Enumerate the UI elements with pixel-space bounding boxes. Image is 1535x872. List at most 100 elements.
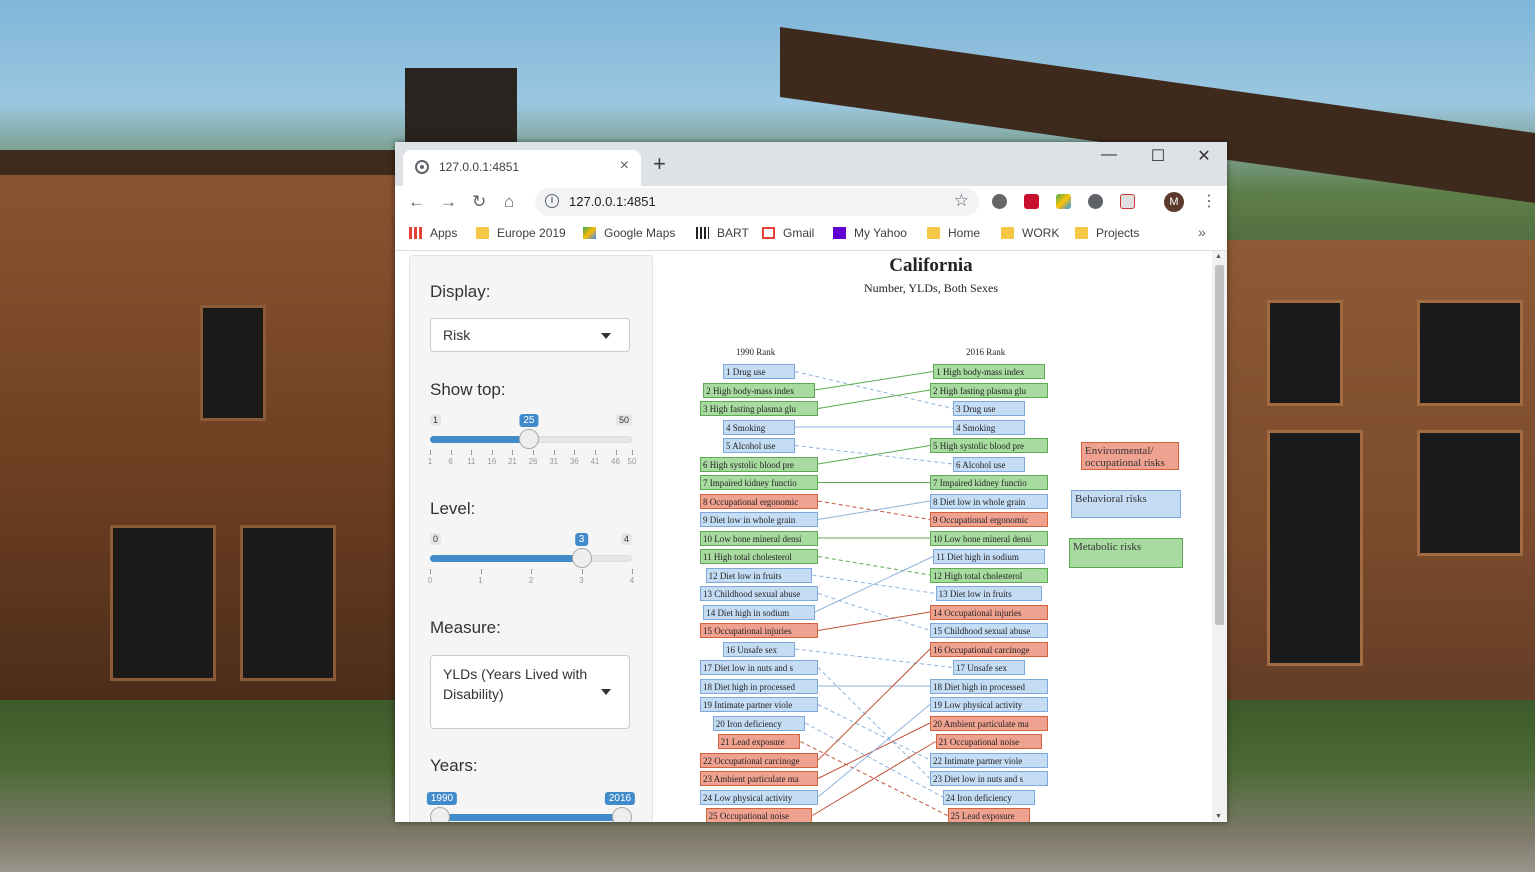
right-rank-box: 6 Alcohol use — [953, 456, 1025, 472]
back-arrow-icon[interactable]: ← — [408, 192, 425, 212]
left-rank-box: 9 Diet low in whole grain — [700, 512, 818, 527]
measure-select[interactable]: YLDs (Years Lived with Disability) — [430, 655, 630, 729]
right-rank-box: 15 Childhood sexual abuse — [930, 623, 1048, 638]
slider-fill — [430, 555, 582, 562]
pdf-extension-icon[interactable] — [1120, 194, 1135, 209]
bookmark-apps[interactable]: Apps — [409, 226, 457, 240]
background-window — [1417, 430, 1523, 556]
page-scrollbar[interactable]: ▲ ▼ — [1212, 251, 1227, 822]
left-rank-box: 7 Impaired kidney functio — [700, 475, 818, 490]
right-rank-box: 1 High body-mass index — [933, 364, 1045, 379]
slider-tick-label: 46 — [611, 457, 620, 466]
slider-tick-label: 50 — [627, 457, 637, 466]
extension-gray-icon[interactable] — [1088, 194, 1103, 209]
new-tab-button[interactable]: + — [653, 153, 666, 175]
slider-value-label: 25 — [519, 414, 539, 427]
kebab-menu-icon[interactable]: ⋮ — [1201, 191, 1217, 211]
slider-min-label: 1 — [430, 414, 442, 426]
tab-close-icon[interactable]: × — [620, 157, 629, 175]
profile-avatar[interactable]: M — [1164, 192, 1184, 212]
bookmark-work[interactable]: WORK — [1001, 226, 1059, 240]
bookmark-europe-2019[interactable]: Europe 2019 — [476, 226, 566, 240]
bookmark-gmail[interactable]: Gmail — [762, 226, 814, 240]
minimize-button[interactable]: — — [1086, 146, 1132, 164]
background-window — [240, 525, 336, 681]
slider-tick — [574, 450, 576, 455]
slider-tick — [450, 450, 452, 455]
right-rank-box: 19 Low physical activity — [930, 697, 1048, 712]
maximize-button[interactable]: ☐ — [1135, 146, 1181, 166]
level-slider[interactable]: 0 4 3 0 1 2 3 4 — [428, 533, 634, 593]
scroll-down-icon[interactable]: ▼ — [1215, 813, 1222, 820]
slider-handle[interactable] — [571, 548, 592, 568]
measure-label: Measure: — [430, 618, 501, 637]
yahoo-icon — [833, 227, 846, 239]
slider-handle-to[interactable] — [612, 807, 632, 822]
left-rank-box: 6 High systolic blood pre — [700, 456, 818, 472]
slider-tick-label: 36 — [569, 457, 579, 466]
url-text: 127.0.0.1:4851 — [569, 194, 656, 209]
extension-red-icon[interactable] — [1024, 194, 1039, 209]
right-rank-box: 24 Iron deficiency — [942, 789, 1036, 805]
right-rank-box: 2 High fasting plasma glu — [930, 382, 1048, 398]
forward-arrow-icon[interactable]: → — [440, 192, 457, 212]
folder-icon — [1001, 227, 1014, 239]
slider-tick-label: 3 — [579, 576, 584, 585]
display-select[interactable]: Risk — [430, 318, 630, 352]
close-window-button[interactable]: ✕ — [1181, 146, 1227, 166]
scrollbar-thumb[interactable] — [1215, 265, 1224, 625]
left-rank-box: 11 High total cholesterol — [700, 549, 818, 564]
browser-tab[interactable]: 127.0.0.1:4851 × — [403, 150, 641, 186]
rank-link-line — [804, 722, 944, 798]
years-range-slider[interactable]: 1990 2016 — [426, 792, 636, 822]
left-rank-box: 1 Drug use — [723, 364, 795, 379]
apps-grid-icon — [409, 227, 422, 239]
left-rank-box: 22 Occupational carcinoge — [700, 752, 818, 768]
left-rank-box: 5 Alcohol use — [723, 438, 795, 453]
slider-tick — [531, 569, 532, 574]
extension-color-icon[interactable] — [1056, 194, 1071, 209]
bookmark-bart[interactable]: BART — [696, 226, 749, 240]
background-chimney — [405, 68, 517, 144]
bookmark-google-maps[interactable]: Google Maps — [583, 226, 675, 240]
right-rank-box: 21 Occupational noise — [935, 734, 1043, 749]
measure-select-value: YLDs (Years Lived with Disability) — [443, 666, 588, 702]
years-label: Years: — [430, 756, 478, 775]
folder-icon — [1075, 227, 1088, 239]
slider-tick-label: 1 — [478, 576, 483, 585]
reload-icon[interactable]: ↻ — [472, 192, 486, 212]
browser-toolbar: ← → ↻ ⌂ i 127.0.0.1:4851 ☆ M ⋮ — [395, 186, 1227, 218]
slider-tick — [594, 450, 596, 455]
globe-icon — [415, 160, 429, 174]
slider-tick-label: 1 — [427, 457, 433, 466]
scroll-up-icon[interactable]: ▲ — [1215, 253, 1222, 260]
slider-tick — [430, 450, 431, 455]
right-rank-box: 13 Diet low in fruits — [935, 586, 1043, 601]
extension-circle-icon[interactable] — [992, 194, 1007, 209]
info-icon[interactable]: i — [545, 194, 559, 208]
left-rank-box: 8 Occupational ergonomic — [700, 493, 818, 509]
slider-tick — [430, 569, 431, 574]
home-icon[interactable]: ⌂ — [504, 192, 514, 212]
bart-icon — [696, 227, 709, 239]
left-rank-box: 17 Diet low in nuts and s — [700, 660, 818, 675]
bookmark-projects[interactable]: Projects — [1075, 226, 1139, 240]
bookmark-my-yahoo[interactable]: My Yahoo — [833, 226, 907, 240]
address-bar[interactable]: i 127.0.0.1:4851 ☆ — [535, 188, 979, 216]
bookmark-home[interactable]: Home — [927, 226, 980, 240]
background-window — [110, 525, 216, 681]
slider-tick — [533, 450, 535, 455]
slider-fill — [430, 814, 632, 821]
left-rank-box: 4 Smoking — [723, 419, 795, 435]
slider-tick-label: 41 — [590, 457, 600, 466]
display-select-value: Risk — [443, 327, 471, 343]
chevron-down-icon — [601, 333, 611, 339]
show-top-slider[interactable]: 1 50 25 1 6 11 16 21 26 31 36 41 46 50 — [427, 414, 636, 474]
bookmarks-overflow-icon[interactable]: » — [1198, 224, 1206, 240]
slider-handle-from[interactable] — [430, 807, 450, 822]
slider-handle[interactable] — [518, 429, 539, 449]
slider-tick — [632, 450, 633, 455]
tab-title: 127.0.0.1:4851 — [439, 160, 520, 174]
left-rank-box: 10 Low bone mineral densi — [700, 530, 818, 546]
bookmark-star-icon[interactable]: ☆ — [954, 191, 969, 211]
